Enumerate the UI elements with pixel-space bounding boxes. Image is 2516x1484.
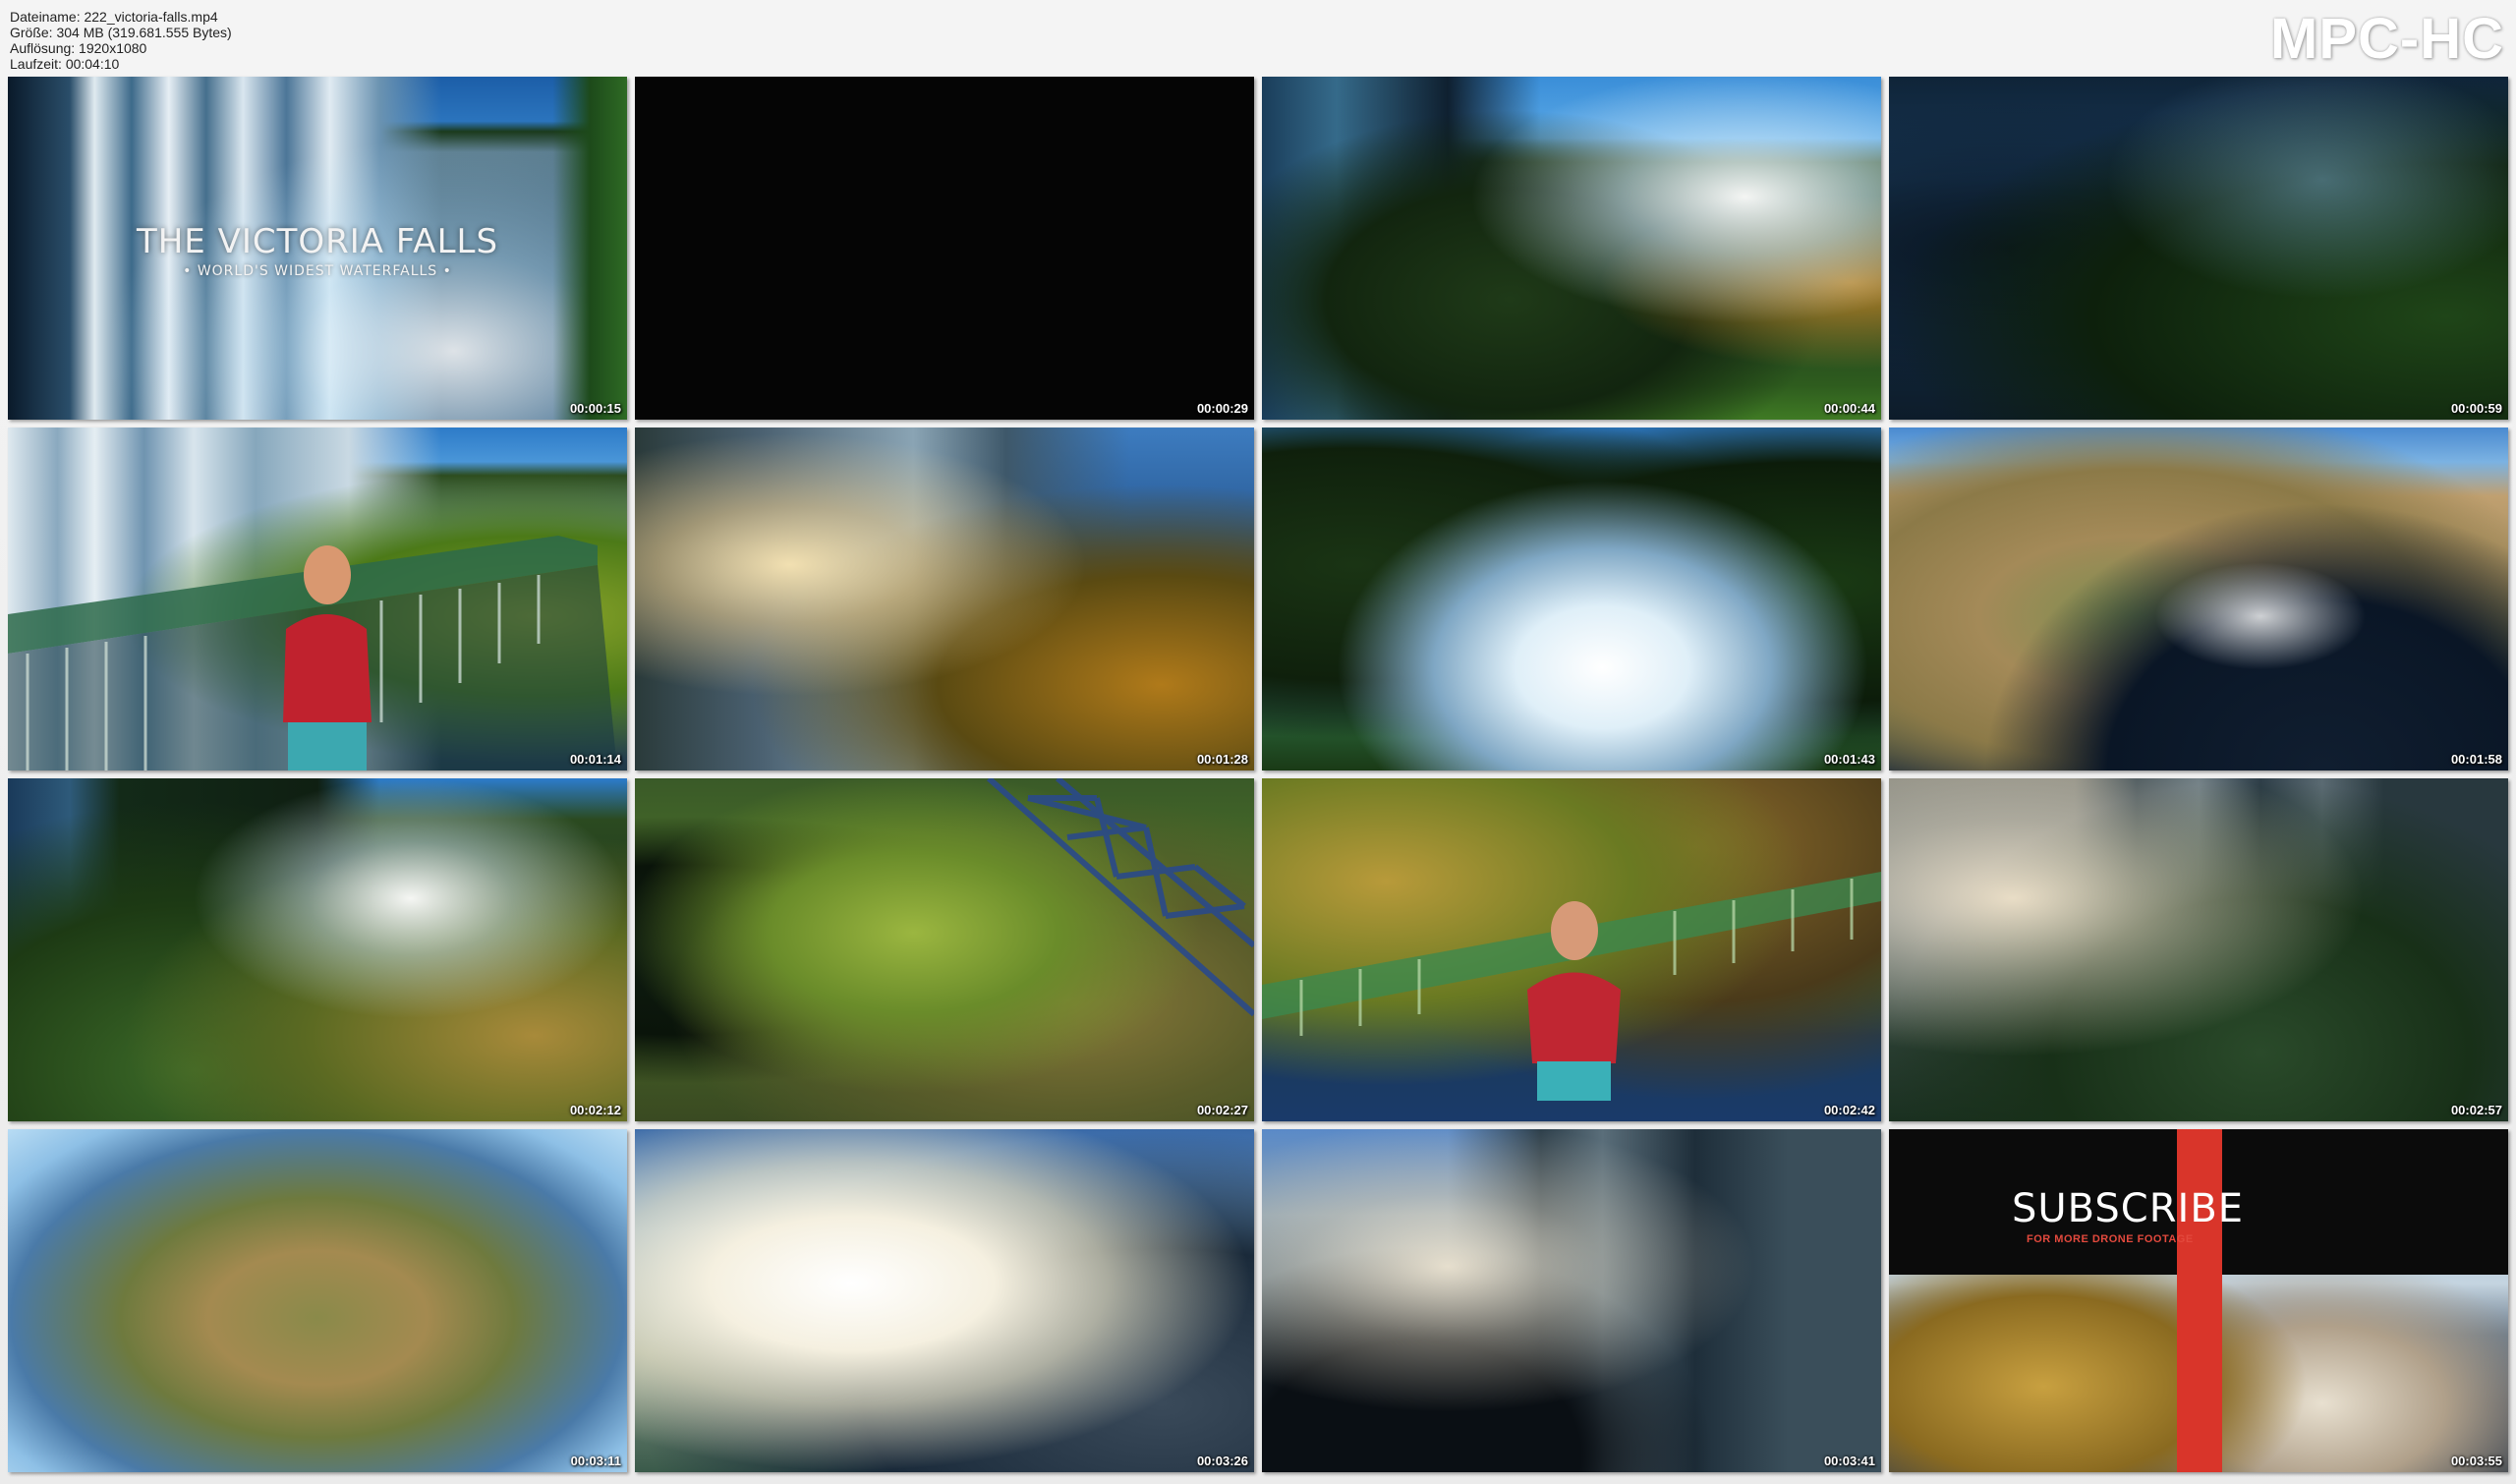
frame-image-gorge xyxy=(1262,77,1881,420)
thumbnail-frame[interactable]: 00:01:28 xyxy=(635,428,1254,771)
thumbnail-frame[interactable]: 00:00:44 xyxy=(1262,77,1881,420)
subscribe-subtitle: FOR MORE DRONE FOOTAGE xyxy=(2027,1233,2194,1245)
frame-image-hazy-falls xyxy=(635,428,1254,771)
timestamp: 00:00:59 xyxy=(2450,401,2502,416)
timestamp: 00:02:42 xyxy=(1823,1103,1875,1117)
file-resolution: Auflösung: 1920x1080 xyxy=(10,40,147,56)
timestamp: 00:01:43 xyxy=(1823,752,1875,767)
thumbnail-frame[interactable]: 00:01:14 xyxy=(8,428,627,771)
frame-image-black xyxy=(635,77,1254,420)
frame-image-sun-flare xyxy=(635,1129,1254,1472)
timestamp: 00:00:44 xyxy=(1823,401,1875,416)
frame-image-misty-falls xyxy=(1889,778,2508,1121)
frame-image-fisheye-aerial xyxy=(8,1129,627,1472)
frame-image-spray-falls xyxy=(1262,1129,1881,1472)
subscribe-title: SUBSCRIBE xyxy=(2012,1186,2245,1231)
mpc-hc-thumbnail-sheet: Dateiname: 222_victoria-falls.mp4 Größe:… xyxy=(0,0,2516,1484)
thumbnail-frame[interactable]: 00:02:12 xyxy=(8,778,627,1121)
thumbnail-frame[interactable]: 00:00:29 xyxy=(635,77,1254,420)
thumbnail-frame[interactable]: 00:03:41 xyxy=(1262,1129,1881,1472)
bridge-structure xyxy=(987,778,1254,1017)
timestamp: 00:02:57 xyxy=(2450,1103,2502,1117)
frame-image-falls-cliff xyxy=(8,778,627,1121)
file-info-panel: Dateiname: 222_victoria-falls.mp4 Größe:… xyxy=(10,9,232,72)
thumbnail-frame[interactable]: 00:00:59 xyxy=(1889,77,2508,420)
video-title-overlay: THE VICTORIA FALLS xyxy=(136,222,499,261)
red-accent-bar xyxy=(2177,1129,2222,1472)
thumbnail-frame[interactable]: 00:01:43 xyxy=(1262,428,1881,771)
timestamp: 00:01:28 xyxy=(1196,752,1248,767)
thumbnail-frame[interactable]: 00:02:57 xyxy=(1889,778,2508,1121)
railing-illustration xyxy=(8,536,617,771)
thumbnail-frame[interactable]: SUBSCRIBE FOR MORE DRONE FOOTAGE 00:03:5… xyxy=(1889,1129,2508,1472)
mpc-hc-logo: MPC-HC xyxy=(2270,7,2504,71)
timestamp: 00:02:12 xyxy=(569,1103,621,1117)
timestamp: 00:02:27 xyxy=(1196,1103,1248,1117)
thumbnail-frame[interactable]: 00:02:27 xyxy=(635,778,1254,1121)
file-duration: Laufzeit: 00:04:10 xyxy=(10,56,120,72)
timestamp: 00:01:14 xyxy=(569,752,621,767)
file-size: Größe: 304 MB (319.681.555 Bytes) xyxy=(10,25,232,40)
selfie-person xyxy=(1262,872,1881,1101)
timestamp: 00:03:11 xyxy=(570,1454,621,1468)
thumbnail-frame[interactable]: 00:03:11 xyxy=(8,1129,627,1472)
thumbnail-frame[interactable]: THE VICTORIA FALLS • WORLD'S WIDEST WATE… xyxy=(8,77,627,420)
file-name: Dateiname: 222_victoria-falls.mp4 xyxy=(10,9,218,25)
frame-image-dark-gorge xyxy=(1889,77,2508,420)
frame-image-rapids xyxy=(1262,428,1881,771)
thumbnail-grid: THE VICTORIA FALLS • WORLD'S WIDEST WATE… xyxy=(8,77,2508,1472)
thumbnail-frame[interactable]: 00:02:42 xyxy=(1262,778,1881,1121)
thumbnail-frame[interactable]: 00:03:26 xyxy=(635,1129,1254,1472)
timestamp: 00:01:58 xyxy=(2450,752,2502,767)
timestamp: 00:00:15 xyxy=(569,401,621,416)
timestamp: 00:03:26 xyxy=(1196,1454,1248,1468)
timestamp: 00:03:55 xyxy=(2450,1454,2502,1468)
video-subtitle-overlay: • WORLD'S WIDEST WATERFALLS • xyxy=(183,263,452,279)
thumbnail-frame[interactable]: 00:01:58 xyxy=(1889,428,2508,771)
timestamp: 00:03:41 xyxy=(1823,1454,1875,1468)
frame-image-aerial-helicopter xyxy=(1889,428,2508,771)
timestamp: 00:00:29 xyxy=(1196,401,1248,416)
